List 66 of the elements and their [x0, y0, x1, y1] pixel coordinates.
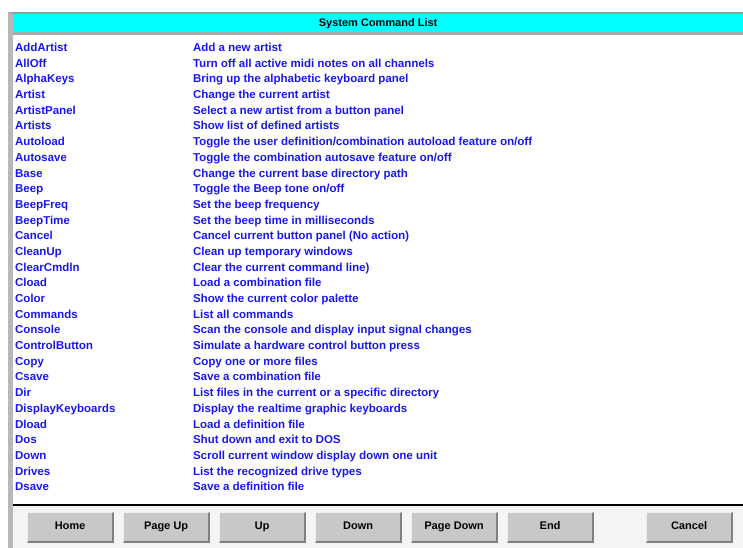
command-name[interactable]: ClearCmdln — [15, 262, 80, 274]
command-name[interactable]: Copy — [15, 356, 44, 368]
window-title: System Command List — [13, 14, 743, 35]
command-description: Show list of defined artists — [193, 119, 340, 134]
command-description: Scroll current window display down one unit — [193, 448, 438, 464]
command-description: Load a definition file — [193, 418, 305, 432]
command-description: Show the current color palette — [193, 292, 358, 307]
command-name[interactable]: Drives — [15, 466, 50, 478]
command-name[interactable]: Beep — [15, 183, 44, 196]
command-description: Clean up temporary windows — [193, 244, 353, 260]
nav-button[interactable]: End — [507, 512, 594, 542]
command-name[interactable]: Down — [15, 450, 46, 462]
command-name[interactable]: Dos — [15, 434, 37, 446]
command-description: Turn off all active midi notes on all channels — [193, 56, 434, 72]
command-name[interactable]: Autoload — [15, 136, 65, 148]
command-name[interactable]: BeepFreq — [15, 198, 68, 211]
command-name[interactable]: AllOff — [15, 58, 46, 70]
command-description: Clear the current command line) — [193, 260, 370, 276]
command-description: Copy one or more files — [193, 354, 318, 370]
command-name[interactable]: Base — [15, 168, 42, 180]
command-name[interactable]: BeepTime — [15, 214, 70, 227]
command-description: Set the beep frequency — [193, 198, 320, 213]
command-name[interactable]: Commands — [15, 308, 78, 321]
command-description: Set the beep time in milliseconds — [193, 214, 374, 229]
command-name[interactable]: DisplayKeyboards — [15, 402, 116, 415]
command-name[interactable]: Dload — [15, 418, 47, 430]
command-description: Select a new artist from a button panel — [193, 104, 404, 119]
command-name[interactable]: AlphaKeys — [15, 73, 74, 86]
command-name[interactable]: Color — [15, 293, 46, 305]
command-description: Load a combination file — [193, 276, 322, 292]
command-description: Toggle the user definition/combination autoload feature on/off — [193, 135, 532, 150]
command-description: Display the realtime graphic keyboards — [193, 402, 408, 417]
command-description: List the recognized drive types — [193, 464, 362, 480]
command-description: Simulate a hardware control button press — [193, 339, 420, 354]
command-description: Toggle the combination autosave feature on/off — [193, 150, 452, 166]
command-name[interactable]: Autosave — [15, 152, 67, 164]
command-name[interactable]: Cancel — [15, 230, 53, 242]
command-description: Save a definition file — [193, 480, 304, 496]
command-name[interactable]: ControlButton — [15, 340, 93, 352]
command-name[interactable]: AddArtist — [15, 42, 68, 54]
nav-button[interactable]: Down — [315, 512, 402, 542]
command-name[interactable]: Artist — [15, 89, 46, 102]
command-name[interactable]: Artists — [15, 120, 52, 132]
command-name[interactable]: Console — [15, 324, 60, 336]
command-description: Save a combination file — [193, 370, 321, 386]
command-description: Scan the console and display input signal changes — [193, 323, 472, 338]
nav-button[interactable]: Page Up — [123, 512, 210, 542]
command-description: Add a new artist — [193, 41, 282, 56]
command-name[interactable]: ArtistPanel — [15, 104, 76, 117]
command-description: Toggle the Beep tone on/off — [193, 182, 344, 198]
command-description: Bring up the alphabetic keyboard panel — [193, 72, 408, 88]
command-name[interactable]: Dir — [15, 387, 31, 400]
command-name[interactable]: Csave — [15, 371, 49, 384]
command-name[interactable]: CleanUp — [15, 246, 62, 258]
command-description: Cancel current button panel (No action) — [193, 229, 409, 244]
command-description: Shut down and exit to DOS — [193, 433, 341, 448]
command-name[interactable]: Dsave — [15, 481, 49, 494]
command-description: List all commands — [193, 308, 294, 323]
command-name[interactable]: Cload — [15, 277, 47, 290]
nav-button[interactable]: Up — [219, 512, 306, 542]
command-description: Change the current artist — [193, 88, 330, 104]
nav-button[interactable]: Page Down — [411, 512, 498, 542]
command-description: List files in the current or a specific directory — [193, 386, 440, 402]
command-description: Change the current base directory path — [193, 166, 408, 182]
cancel-button[interactable]: Cancel — [646, 512, 733, 542]
nav-button[interactable]: Home — [27, 512, 114, 542]
